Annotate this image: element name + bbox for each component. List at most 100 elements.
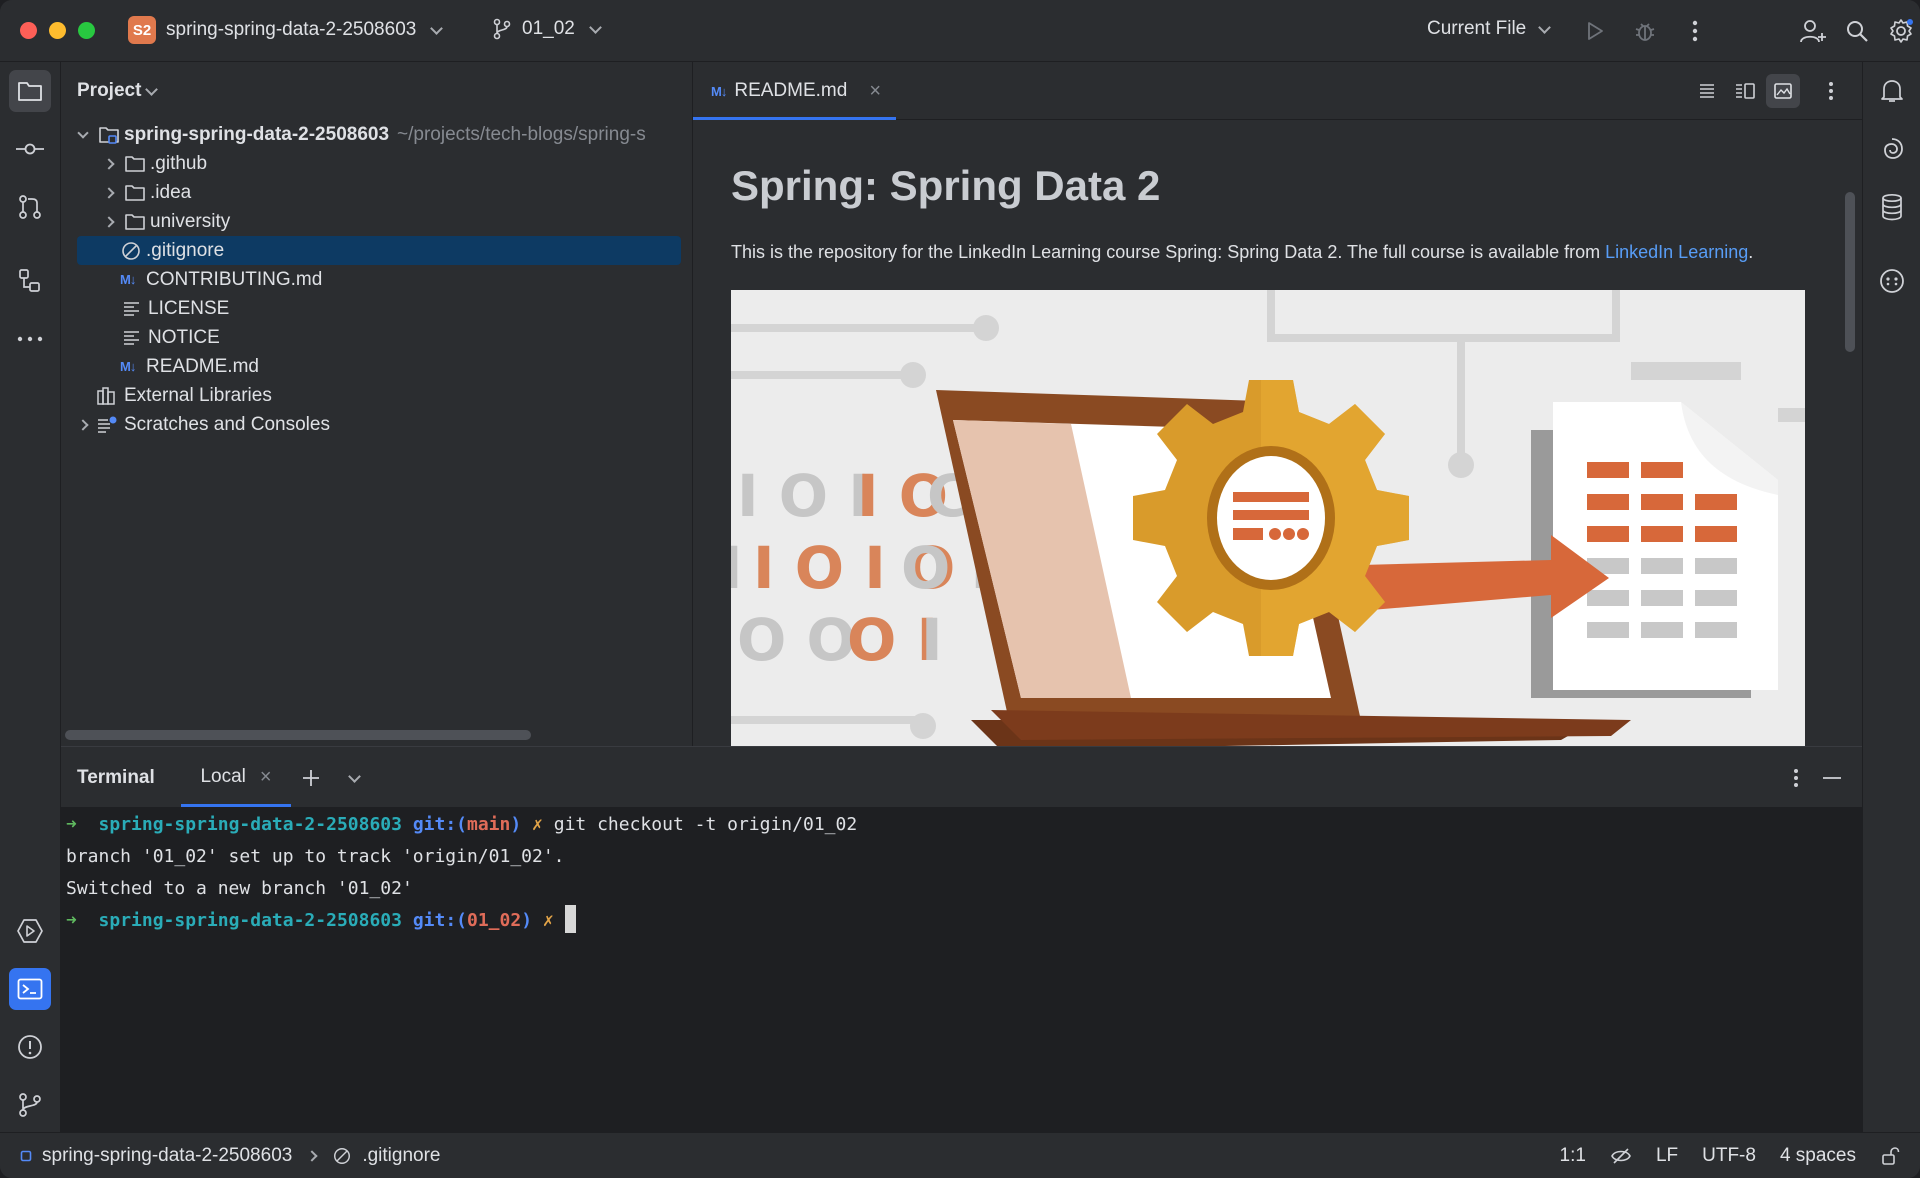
tree-item-github[interactable]: .github <box>61 149 692 178</box>
close-icon[interactable]: × <box>260 766 272 789</box>
horizontal-scrollbar[interactable] <box>65 730 531 740</box>
project-panel-title: Project <box>77 80 142 101</box>
text-file-icon <box>124 330 139 345</box>
indent-setting[interactable]: 4 spaces <box>1780 1145 1856 1167</box>
branch-name: 01_02 <box>522 18 575 39</box>
tree-item-label: LICENSE <box>148 297 230 319</box>
tree-item-scratches[interactable]: Scratches and Consoles <box>61 410 692 439</box>
tab-readme[interactable]: M↓ README.md × <box>693 62 896 120</box>
no-inspections-icon[interactable] <box>1610 1146 1632 1166</box>
more-actions-button[interactable] <box>1678 14 1712 48</box>
tree-item-gitignore[interactable]: .gitignore <box>77 236 681 265</box>
copilot-button[interactable] <box>1871 260 1913 302</box>
tree-item-label: .gitignore <box>146 239 225 261</box>
minimize-icon <box>1823 777 1841 779</box>
code-with-me-button[interactable] <box>1796 14 1830 48</box>
play-icon <box>1588 22 1603 40</box>
left-tool-strip <box>0 62 61 1132</box>
add-user-icon <box>1800 20 1826 43</box>
tree-root[interactable]: spring-spring-data-2-2508603 ~/projects/… <box>61 120 692 149</box>
debug-button[interactable] <box>1628 14 1662 48</box>
breadcrumb-project[interactable]: spring-spring-data-2-2508603 <box>42 1145 292 1167</box>
prompt-branch: main <box>467 814 511 835</box>
command-text: git checkout -t origin/01_02 <box>553 814 858 835</box>
settings-button[interactable] <box>1884 14 1918 48</box>
tab-local[interactable]: Local × <box>181 747 291 807</box>
tree-item-external-libraries[interactable]: External Libraries <box>61 381 692 410</box>
expand-arrow-icon[interactable] <box>98 157 120 170</box>
expand-arrow-icon[interactable] <box>98 215 120 228</box>
database-tool-button[interactable] <box>1871 186 1913 228</box>
new-terminal-tab-button[interactable] <box>297 764 325 792</box>
preview-heading: Spring: Spring Data 2 <box>731 162 1161 209</box>
chevron-down-icon <box>1538 20 1552 34</box>
structure-tool-button[interactable] <box>9 260 51 302</box>
terminal-more-button[interactable] <box>1782 764 1810 792</box>
commit-icon <box>16 143 44 155</box>
expand-arrow-icon[interactable] <box>98 186 120 199</box>
linkedin-learning-link[interactable]: LinkedIn Learning <box>1605 242 1748 262</box>
project-selector[interactable]: S2 spring-spring-data-2-2508603 <box>128 16 444 44</box>
branch-selector[interactable]: 01_02 <box>492 18 602 40</box>
tree-item-idea[interactable]: .idea <box>61 178 692 207</box>
more-tools-button[interactable] <box>9 318 51 360</box>
tree-item-label: External Libraries <box>124 384 272 406</box>
split-view-button[interactable] <box>1728 74 1762 108</box>
notifications-button[interactable] <box>1871 70 1913 112</box>
text-file-icon <box>124 301 139 316</box>
tree-item-label: university <box>150 210 231 232</box>
close-icon[interactable]: × <box>869 80 881 103</box>
project-tool-button[interactable] <box>9 70 51 112</box>
project-panel-header[interactable]: Project <box>77 80 159 102</box>
vertical-scrollbar[interactable] <box>1845 192 1855 352</box>
preview-only-button[interactable] <box>1766 74 1800 108</box>
git-tool-button[interactable] <box>9 1084 51 1126</box>
problems-tool-button[interactable] <box>9 1026 51 1068</box>
markdown-icon: M↓ <box>120 272 136 287</box>
editor-only-button[interactable] <box>1690 74 1724 108</box>
tree-item-university[interactable]: university <box>61 207 692 236</box>
terminal-line: branch '01_02' set up to track 'origin/0… <box>66 846 565 867</box>
expand-arrow-icon[interactable] <box>72 126 94 139</box>
preview-paragraph-end: . <box>1748 242 1754 262</box>
ide-window: S2 spring-spring-data-2-2508603 01_02 Cu… <box>0 0 1920 1178</box>
run-config-label: Current File <box>1427 18 1527 39</box>
tree-item-license[interactable]: LICENSE <box>61 294 692 323</box>
prompt-branch: 01_02 <box>467 910 522 931</box>
run-configuration-selector[interactable]: Current File <box>1427 18 1552 40</box>
unlock-icon[interactable] <box>1880 1146 1900 1166</box>
scratches-icon <box>98 416 117 433</box>
tree-item-contributing[interactable]: M↓ CONTRIBUTING.md <box>61 265 692 294</box>
breadcrumb-file[interactable]: .gitignore <box>362 1145 440 1167</box>
commit-tool-button[interactable] <box>9 128 51 170</box>
git-branch-icon <box>19 1093 41 1117</box>
expand-arrow-icon[interactable] <box>72 418 94 431</box>
minimize-window-button[interactable] <box>49 22 66 39</box>
zoom-window-button[interactable] <box>78 22 95 39</box>
tree-item-label: .github <box>150 152 208 174</box>
module-icon <box>20 1150 32 1162</box>
chevron-down-icon <box>145 82 159 96</box>
tree-item-label: CONTRIBUTING.md <box>146 268 323 290</box>
project-panel: Project spring-spring-data-2-2508603 ~/p… <box>61 62 693 746</box>
services-tool-button[interactable] <box>9 910 51 952</box>
tree-item-notice[interactable]: NOTICE <box>61 323 692 352</box>
file-encoding[interactable]: UTF-8 <box>1702 1145 1756 1167</box>
ai-assistant-button[interactable] <box>1871 128 1913 170</box>
chevron-right-icon <box>306 1150 318 1162</box>
terminal-output[interactable]: ➜ spring-spring-data-2-2508603 git:(main… <box>66 809 857 937</box>
terminal-tool-button[interactable] <box>9 968 51 1010</box>
folder-icon <box>125 184 145 201</box>
terminal-options-dropdown[interactable] <box>337 764 365 792</box>
close-window-button[interactable] <box>20 22 37 39</box>
run-button[interactable] <box>1578 14 1612 48</box>
line-ending[interactable]: LF <box>1656 1145 1678 1167</box>
pull-requests-tool-button[interactable] <box>9 186 51 228</box>
hide-terminal-button[interactable] <box>1818 764 1846 792</box>
tree-item-readme[interactable]: M↓ README.md <box>61 352 692 381</box>
caret-position[interactable]: 1:1 <box>1560 1145 1586 1167</box>
prompt-arrow: ➜ <box>66 910 77 931</box>
folder-icon <box>125 155 145 172</box>
search-everywhere-button[interactable] <box>1840 14 1874 48</box>
editor-more-button[interactable] <box>1814 74 1848 108</box>
